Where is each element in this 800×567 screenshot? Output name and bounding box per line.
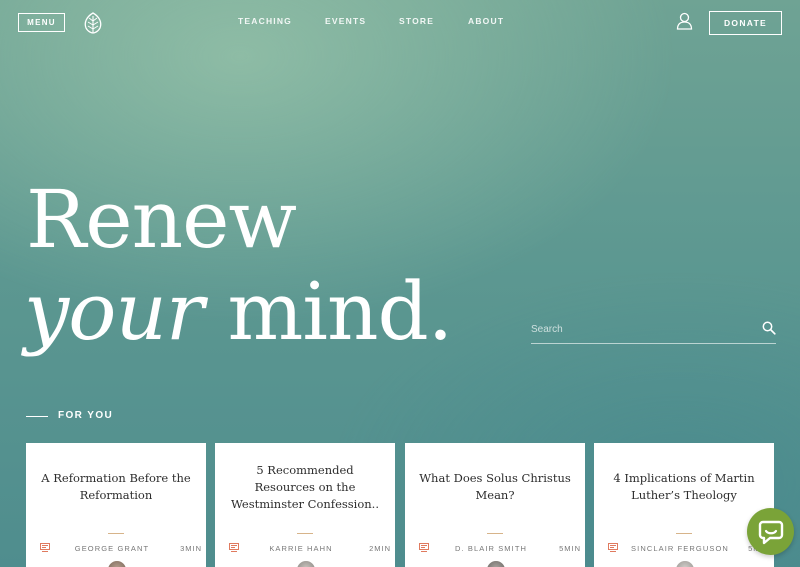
article-author[interactable]: GEORGE GRANT — [56, 544, 168, 553]
author-avatar — [295, 559, 317, 567]
article-icon — [229, 543, 239, 552]
nav-about[interactable]: ABOUT — [468, 16, 504, 26]
nav-store[interactable]: STORE — [399, 16, 434, 26]
hero-heading-line1: Renew — [26, 173, 297, 266]
card-meta: GEORGE GRANT 3MIN — [40, 543, 202, 555]
search-bar — [531, 316, 776, 344]
nav-teaching[interactable]: TEACHING — [238, 16, 292, 26]
article-author[interactable]: D. BLAIR SMITH — [435, 544, 547, 553]
heading-rule — [26, 416, 48, 417]
site-header: MENU TEACHING EVENTS STORE ABOUT DONATE — [0, 0, 800, 46]
hero-heading-italic: your — [24, 265, 204, 358]
article-card[interactable]: 4 Implications of Martin Luther’s Theolo… — [594, 443, 774, 567]
article-author[interactable]: SINCLAIR FERGUSON — [624, 544, 736, 553]
article-card[interactable]: A Reformation Before the Reformation GEO… — [26, 443, 206, 567]
donate-button-label: DONATE — [723, 18, 768, 28]
card-meta: D. BLAIR SMITH 5MIN — [419, 543, 581, 555]
hero-heading-line2: your mind. — [24, 262, 454, 362]
card-divider — [676, 533, 692, 534]
donate-button[interactable]: DONATE — [709, 11, 782, 35]
chat-button[interactable] — [747, 508, 794, 555]
article-card[interactable]: 5 Recommended Resources on the Westminst… — [215, 443, 395, 567]
author-avatar — [485, 559, 507, 567]
chat-bubble-icon — [758, 520, 783, 544]
card-meta: KARRIE HAHN 2MIN — [229, 543, 391, 555]
author-avatar — [106, 559, 128, 567]
card-divider — [297, 533, 313, 534]
article-title[interactable]: What Does Solus Christus Mean? — [415, 443, 575, 531]
article-read-time: 2MIN — [369, 544, 391, 553]
search-icon[interactable] — [762, 321, 776, 335]
card-meta: SINCLAIR FERGUSON 5MIN — [608, 543, 770, 555]
card-divider — [487, 533, 503, 534]
card-divider — [108, 533, 124, 534]
article-author[interactable]: KARRIE HAHN — [245, 544, 357, 553]
nav-events[interactable]: EVENTS — [325, 16, 366, 26]
article-icon — [419, 543, 429, 552]
author-avatar — [674, 559, 696, 567]
user-icon[interactable] — [676, 12, 693, 30]
hero-heading-rest: mind. — [203, 265, 454, 358]
article-title[interactable]: A Reformation Before the Reformation — [36, 443, 196, 531]
section-label: FOR YOU — [58, 410, 114, 421]
article-icon — [40, 543, 50, 552]
article-title[interactable]: 4 Implications of Martin Luther’s Theolo… — [604, 443, 764, 531]
article-card[interactable]: What Does Solus Christus Mean? D. BLAIR … — [405, 443, 585, 567]
article-read-time: 3MIN — [180, 544, 202, 553]
article-icon — [608, 543, 618, 552]
article-read-time: 5MIN — [559, 544, 581, 553]
article-title[interactable]: 5 Recommended Resources on the Westminst… — [225, 443, 385, 531]
search-input[interactable] — [531, 320, 751, 338]
